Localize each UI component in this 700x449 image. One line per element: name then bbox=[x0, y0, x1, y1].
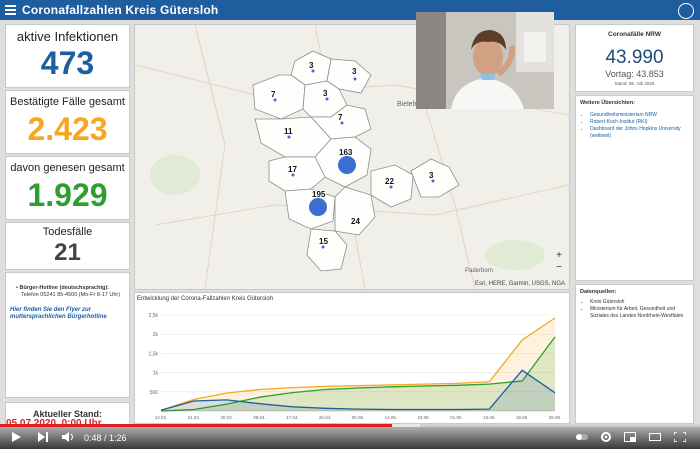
dashboard-header: Coronafallzahlen Kreis Gütersloh bbox=[0, 0, 700, 20]
next-icon[interactable] bbox=[37, 432, 49, 442]
x-tick-label: 28.06. bbox=[549, 415, 562, 420]
cases-chart: Entwicklung der Corona-Fallzahlen Kreis … bbox=[134, 292, 570, 424]
y-tick-label: 1k bbox=[153, 371, 159, 377]
nrw-title: Coronafälle NRW bbox=[608, 31, 661, 38]
region-value: 195 bbox=[312, 190, 326, 199]
sources-title: Datenquellen: bbox=[580, 289, 617, 295]
x-tick-label: 08.04. bbox=[253, 415, 266, 420]
flyer-link[interactable]: Hier finden Sie den Flyer zur mutterspra… bbox=[10, 307, 107, 320]
webcam-overlay bbox=[416, 12, 554, 109]
nrw-previous: Vortag: 43.853 bbox=[605, 69, 664, 79]
nrw-date: Stand: 05. Juli 2020 bbox=[614, 81, 655, 86]
autoplay-icon[interactable] bbox=[576, 432, 588, 442]
metric-label: Bestätigte Fälle gesamt bbox=[10, 96, 125, 108]
volume-icon[interactable] bbox=[62, 432, 74, 442]
x-tick-label: 23.05. bbox=[417, 415, 430, 420]
metric-value: 1.929 bbox=[27, 177, 108, 213]
play-icon[interactable] bbox=[10, 432, 22, 442]
video-player-controls: 0:48 / 1:26 bbox=[0, 424, 700, 449]
x-tick-label: 10.06. bbox=[483, 415, 496, 420]
x-tick-label: 17.04. bbox=[286, 415, 299, 420]
hotline-phone: Telefon 05241 85-4500 (Mo-Fr 8-17 Uhr) bbox=[21, 292, 121, 298]
metric-label: Todesfälle bbox=[42, 226, 93, 238]
y-tick-label: 2k bbox=[153, 332, 159, 338]
y-tick-label: 1,5k bbox=[149, 351, 159, 357]
region-value: 3 bbox=[323, 89, 328, 98]
metric-card-active: aktive Infektionen 473 bbox=[5, 24, 130, 88]
link-item[interactable]: Robert-Koch-Institut (RKI) bbox=[590, 119, 693, 126]
metric-card-confirmed: Bestätigte Fälle gesamt 2.423 bbox=[5, 90, 130, 154]
case-bubble[interactable] bbox=[309, 198, 327, 216]
settings-gear-icon[interactable] bbox=[600, 432, 612, 442]
theater-mode-icon[interactable] bbox=[649, 432, 661, 442]
dashboard-title: Coronafallzahlen Kreis Gütersloh bbox=[22, 3, 219, 17]
dashboard-frame: Coronafallzahlen Kreis Gütersloh aktive … bbox=[0, 0, 700, 449]
zoom-out-button[interactable]: − bbox=[554, 263, 564, 273]
fullscreen-icon[interactable] bbox=[674, 432, 686, 442]
x-tick-label: 26.04. bbox=[319, 415, 332, 420]
chart-title: Entwicklung der Corona-Fallzahlen Kreis … bbox=[137, 296, 274, 302]
source-item: Ministerium für Arbeit, Gesundheit und S… bbox=[590, 306, 690, 320]
map-attribution: Esri, HERE, Garmin, USGS, NGA bbox=[474, 281, 565, 287]
x-tick-label: 12.03. bbox=[155, 415, 168, 420]
x-tick-label: 30.03. bbox=[220, 415, 233, 420]
metric-value: 473 bbox=[40, 45, 95, 81]
link-item[interactable]: Dashboard der Johns Hopkins University (… bbox=[590, 126, 693, 140]
y-tick-label: 2,5k bbox=[149, 313, 159, 319]
region-value: 7 bbox=[271, 90, 276, 99]
links-title: Weitere Übersichten: bbox=[580, 100, 635, 106]
zoom-in-button[interactable]: + bbox=[554, 251, 564, 261]
x-tick-label: 01.06. bbox=[450, 415, 463, 420]
metric-label: davon genesen gesamt bbox=[10, 162, 125, 174]
region-value: 7 bbox=[338, 113, 343, 122]
region-value: 15 bbox=[319, 237, 328, 246]
status-date: 05.07.2020, 0:00 Uhr bbox=[6, 418, 102, 429]
region-value: 3 bbox=[429, 171, 434, 180]
source-item: Kreis Gütersloh bbox=[590, 299, 690, 306]
menu-icon[interactable] bbox=[5, 5, 16, 15]
x-tick-label: 05.05. bbox=[352, 415, 365, 420]
region-value: 3 bbox=[309, 61, 314, 70]
links-card: Weitere Übersichten: Gesundheitsminister… bbox=[575, 95, 694, 281]
link-item[interactable]: Gesundheitsministerium NRW bbox=[590, 112, 693, 119]
case-bubble[interactable] bbox=[338, 156, 356, 174]
metric-card-deaths: Todesfälle 21 bbox=[5, 222, 130, 270]
x-tick-label: 21.03. bbox=[188, 415, 201, 420]
hotline-title: • Bürger-Hotline (deutschsprachig): bbox=[16, 285, 110, 291]
logo-icon bbox=[678, 3, 694, 19]
metric-value: 21 bbox=[54, 239, 81, 266]
nrw-value: 43.990 bbox=[605, 47, 664, 68]
region-value: 163 bbox=[339, 148, 353, 157]
region-value: 3 bbox=[352, 67, 357, 76]
metric-card-recovered: davon genesen gesamt 1.929 bbox=[5, 156, 130, 220]
hotline-card: • Bürger-Hotline (deutschsprachig): Tele… bbox=[5, 272, 130, 398]
x-tick-label: 14.05. bbox=[385, 415, 398, 420]
video-time: 0:48 / 1:26 bbox=[84, 433, 127, 443]
x-tick-label: 19.06. bbox=[516, 415, 529, 420]
nrw-card: Coronafälle NRW 43.990 Vortag: 43.853 St… bbox=[575, 24, 694, 92]
metric-label: aktive Infektionen bbox=[16, 29, 119, 44]
miniplayer-icon[interactable] bbox=[624, 432, 636, 442]
region-value: 11 bbox=[284, 127, 293, 136]
region-value: 22 bbox=[385, 177, 394, 186]
video-progress-bar[interactable] bbox=[0, 424, 700, 427]
metric-value: 2.423 bbox=[27, 111, 108, 147]
sources-card: Datenquellen: Kreis Gütersloh Ministeriu… bbox=[575, 284, 694, 424]
region-value: 24 bbox=[351, 217, 360, 226]
region-value: 17 bbox=[288, 165, 297, 174]
place-label: Paderborn bbox=[465, 268, 493, 274]
y-tick-label: 500 bbox=[150, 390, 159, 396]
chart-canvas: 500 1k 1,5k 2k 2,5k 12.03. 21.03. 30.03. 08.04. 1… bbox=[149, 313, 562, 420]
